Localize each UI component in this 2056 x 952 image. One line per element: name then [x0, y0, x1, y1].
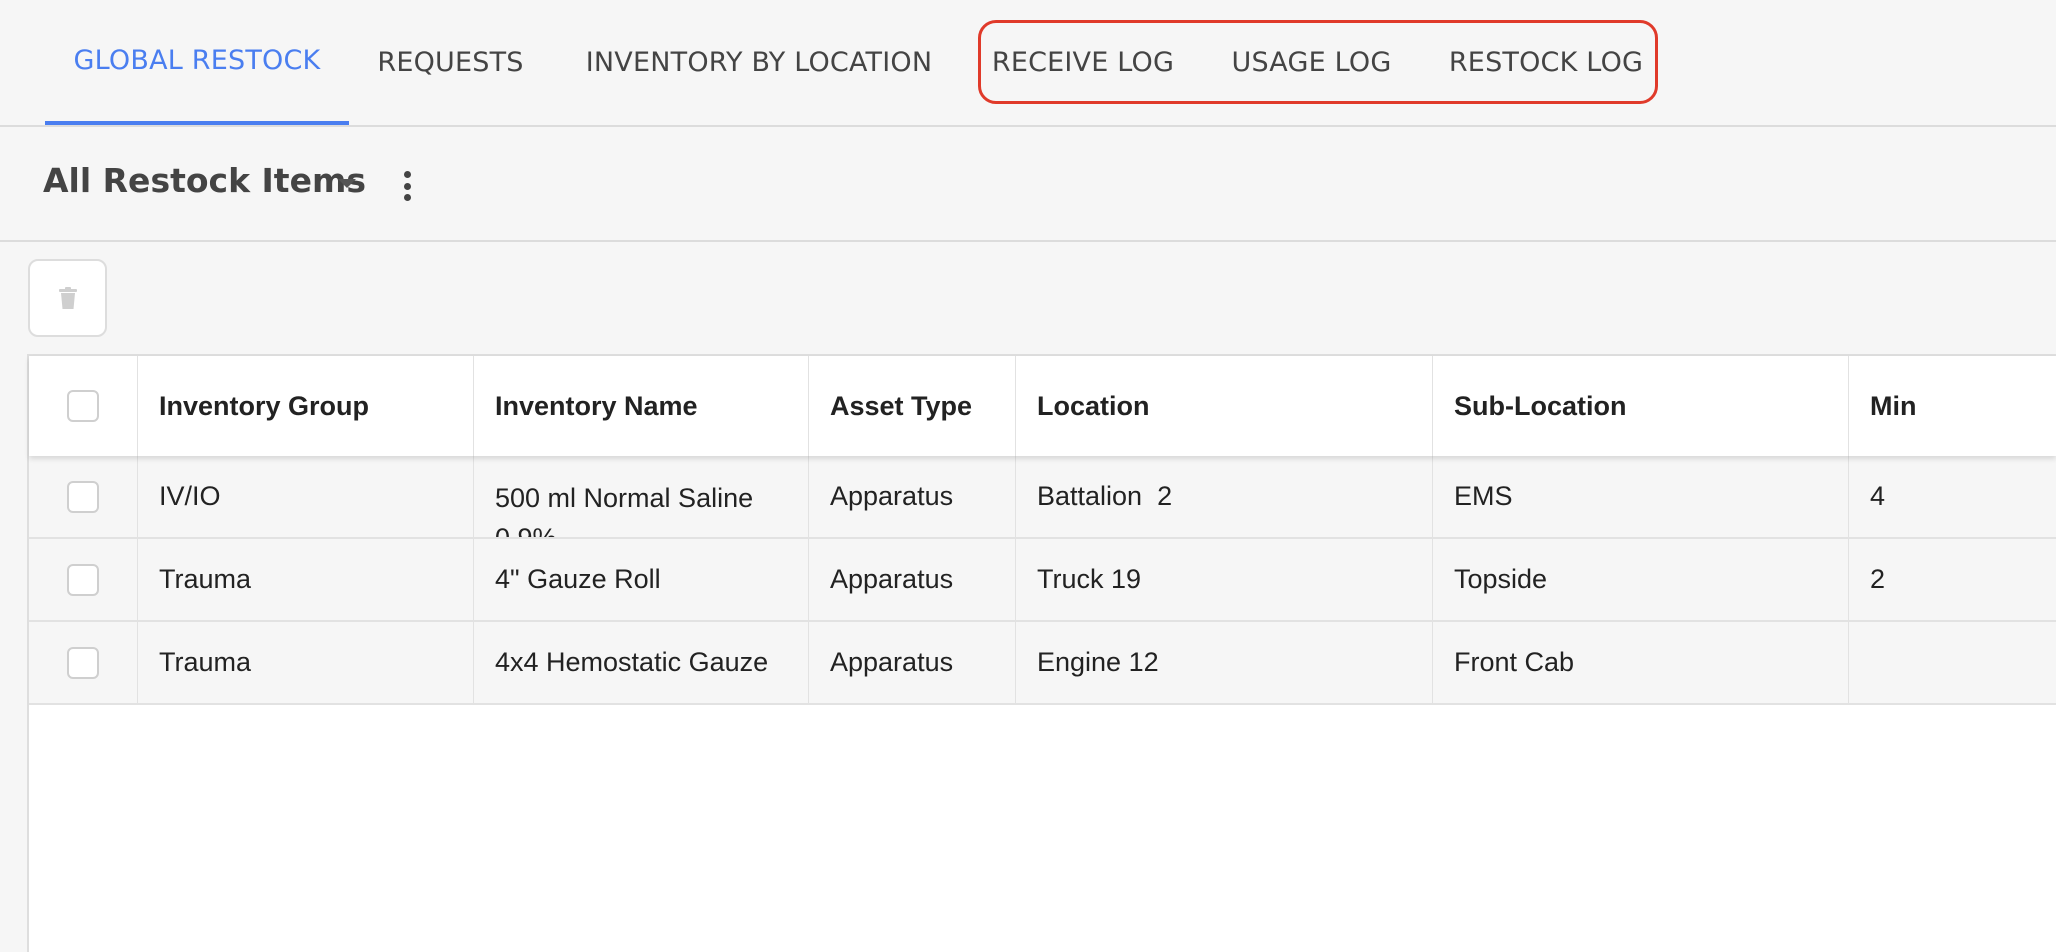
view-title[interactable]: All Restock Items	[43, 161, 366, 200]
cell-location: Truck 19	[1016, 539, 1433, 620]
cell-min: 2	[1870, 564, 1886, 594]
cell-inventory-group: Trauma	[138, 539, 474, 620]
cell-inventory-name: 4x4 Hemostatic Gauze	[474, 622, 809, 703]
tab-requests[interactable]: REQUESTS	[368, 0, 533, 125]
cell-location: Engine 12	[1016, 622, 1433, 703]
tab-restock-log[interactable]: RESTOCK LOG	[1440, 0, 1652, 125]
cell-sub-location: EMS	[1433, 456, 1849, 537]
column-header-location[interactable]: Location	[1016, 356, 1433, 456]
trash-icon	[58, 287, 77, 309]
tab-bar: GLOBAL RESTOCK REQUESTS INVENTORY BY LOC…	[0, 0, 2056, 127]
cell-asset-type: Apparatus	[809, 456, 1016, 537]
cell-inventory-group: IV/IO	[138, 456, 474, 537]
row-checkbox[interactable]	[67, 563, 99, 596]
row-select-cell	[29, 539, 138, 620]
row-select-cell	[29, 456, 138, 537]
cell-min	[1849, 622, 2056, 703]
table-header: Inventory Group Inventory Name Asset Typ…	[29, 356, 2056, 456]
tab-inventory-by-location[interactable]: INVENTORY BY LOCATION	[570, 0, 948, 125]
cell-inventory-group: Trauma	[138, 622, 474, 703]
caret-down-icon[interactable]	[338, 179, 356, 188]
cell-inventory-name: 4" Gauze Roll	[474, 539, 809, 620]
table-row[interactable]: IV/IO 500 ml Normal Saline 0.9% Apparatu…	[29, 456, 2056, 539]
row-checkbox[interactable]	[67, 480, 99, 513]
cell-location: Battalion 2	[1016, 456, 1433, 537]
header-select-cell	[29, 356, 138, 456]
tab-usage-log[interactable]: USAGE LOG	[1220, 0, 1403, 125]
row-select-cell	[29, 622, 138, 703]
column-header-inventory-group[interactable]: Inventory Group	[138, 356, 474, 456]
cell-asset-type: Apparatus	[809, 539, 1016, 620]
delete-button[interactable]	[28, 259, 107, 337]
tab-receive-log[interactable]: RECEIVE LOG	[983, 0, 1183, 125]
cell-inventory-name: 500 ml Normal Saline 0.9%	[474, 456, 809, 537]
row-checkbox[interactable]	[67, 646, 99, 679]
view-selector-bar: All Restock Items	[0, 127, 2056, 242]
column-header-sub-location[interactable]: Sub-Location	[1433, 356, 1849, 456]
column-header-asset-type[interactable]: Asset Type	[809, 356, 1016, 456]
table-row[interactable]: Trauma 4" Gauze Roll Apparatus Truck 19 …	[29, 539, 2056, 622]
cell-sub-location: Front Cab	[1433, 622, 1849, 703]
cell-min: 4	[1870, 481, 1886, 511]
table-row[interactable]: Trauma 4x4 Hemostatic Gauze Apparatus En…	[29, 622, 2056, 705]
restock-table: Inventory Group Inventory Name Asset Typ…	[27, 354, 2056, 952]
cell-sub-location: Topside	[1433, 539, 1849, 620]
column-header-inventory-name[interactable]: Inventory Name	[474, 356, 809, 456]
cell-asset-type: Apparatus	[809, 622, 1016, 703]
select-all-checkbox[interactable]	[67, 390, 99, 422]
more-vert-icon[interactable]	[400, 171, 414, 201]
column-header-min[interactable]: Min	[1849, 356, 2056, 456]
tab-global-restock[interactable]: GLOBAL RESTOCK	[45, 0, 349, 125]
